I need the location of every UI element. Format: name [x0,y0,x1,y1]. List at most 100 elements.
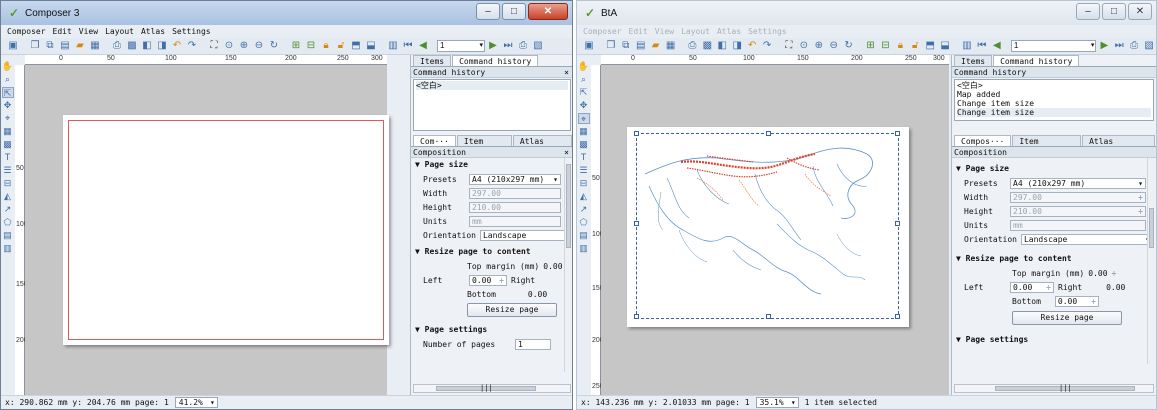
resize-handle[interactable] [634,131,639,136]
menu-layout[interactable]: Layout [681,25,710,38]
properties-scrollbar[interactable] [564,158,572,372]
zoom-100-icon[interactable]: ⊙ [222,39,236,53]
new-composer-icon[interactable]: ❐ [604,39,618,53]
menu-atlas[interactable]: Atlas [141,25,165,38]
add-scalebar-icon[interactable]: ⊟ [2,178,14,189]
prev-feature-icon[interactable]: ◀ [416,39,430,53]
template-icon[interactable]: ▤ [634,39,648,53]
edit-nodes-icon[interactable]: ⌖ [577,113,590,124]
bottom-margin-field[interactable]: 0.00 [1054,295,1099,307]
zoom-select[interactable]: 41.2% [174,397,218,408]
ungroup-icon[interactable]: ⊟ [304,39,318,53]
left-margin-field[interactable]: 0.00 [1010,281,1054,293]
tab-items[interactable]: Items [954,55,993,66]
duplicate-icon[interactable]: ⧉ [43,39,57,53]
tab-command-history[interactable]: Command history [993,55,1080,66]
resize-page-button[interactable]: Resize page [1012,311,1122,325]
add-arrow-icon[interactable]: ↗ [2,204,14,215]
horizontal-scrollbar[interactable]: ||| [954,384,1154,393]
left-margin-field[interactable]: 0.00 [469,274,507,286]
raise-icon[interactable]: ⬒ [349,39,363,53]
menu-layout[interactable]: Layout [105,25,134,38]
horizontal-scrollbar[interactable]: ||| [413,384,571,393]
page-size-section[interactable]: ▼ Page size [952,162,1156,176]
resize-page-button[interactable]: Resize page [467,303,557,317]
add-map-icon[interactable]: ▦ [2,126,14,137]
tab-atlas-generation[interactable]: Atlas ge··· [512,135,572,157]
list-item[interactable]: <空白> [957,81,1151,90]
resize-handle[interactable] [766,131,771,136]
menu-composer[interactable]: Composer [7,25,46,38]
resize-handle[interactable] [895,131,900,136]
edit-nodes-icon[interactable]: ⌖ [2,113,14,124]
zoom-full-icon[interactable]: ⛶ [782,39,796,53]
export-svg-icon[interactable]: ◧ [140,39,154,53]
save-icon[interactable]: ▣ [6,39,20,53]
atlas-export-icon[interactable]: ▧ [1142,39,1156,53]
next-feature-icon[interactable]: ▶ [1097,39,1111,53]
refresh-icon[interactable]: ↻ [842,39,856,53]
export-pdf-icon[interactable]: ◨ [155,39,169,53]
close-button[interactable]: ✕ [1128,3,1152,20]
open-folder-icon[interactable]: ▰ [649,39,663,53]
title-bar[interactable]: ✓ BtA – □ ✕ [577,1,1156,25]
save-icon[interactable]: ▣ [582,39,596,53]
save-template-icon[interactable]: ▦ [88,39,102,53]
align-icon[interactable]: ⬓ [364,39,378,53]
list-item[interactable]: <空白> [416,81,568,90]
atlas-print-icon[interactable]: ⎙ [1127,39,1141,53]
add-table-icon[interactable]: ▤ [2,230,14,241]
zoom-out-icon[interactable]: ⊖ [827,39,841,53]
maximize-button[interactable]: □ [502,3,526,20]
menu-edit[interactable]: Edit [629,25,648,38]
add-image-icon[interactable]: ▩ [2,139,14,150]
open-folder-icon[interactable]: ▰ [73,39,87,53]
tab-items[interactable]: Items [413,55,452,66]
lock-icon[interactable]: 🔒︎ [893,39,907,53]
tab-composition[interactable]: Com··· [413,135,456,146]
save-template-icon[interactable]: ▦ [664,39,678,53]
atlas-export-icon[interactable]: ▧ [531,39,545,53]
export-image-icon[interactable]: ▩ [125,39,139,53]
history-list[interactable]: <空白> [413,79,571,131]
add-label-icon[interactable]: T [2,152,14,163]
move-content-icon[interactable]: ✥ [578,100,590,111]
align-icon[interactable]: ⬓ [938,39,952,53]
add-label-icon[interactable]: T [578,152,590,163]
pan-icon[interactable]: ✋ [2,61,14,72]
add-polygon-icon[interactable]: ⬠ [2,217,14,228]
select-move-icon[interactable]: ⇱ [578,87,590,98]
first-feature-icon[interactable]: ⏮ [401,39,415,53]
menu-edit[interactable]: Edit [53,25,72,38]
height-field[interactable]: 210.00 [1010,205,1146,217]
zoom-in-icon[interactable]: ⊕ [812,39,826,53]
tab-composition[interactable]: Compos··· [954,135,1012,146]
composition-page[interactable] [627,127,909,327]
close-button[interactable]: ✕ [528,3,568,20]
title-bar[interactable]: ✓ Composer 3 – □ ✕ [1,1,572,25]
zoom-select[interactable]: 35.1% [755,397,799,408]
tab-command-history[interactable]: Command history [452,55,539,66]
export-svg-icon[interactable]: ◧ [715,39,729,53]
composer-canvas[interactable] [25,65,389,395]
add-shape-icon[interactable]: ◭ [2,191,14,202]
atlas-preview-icon[interactable]: ▥ [386,39,400,53]
tab-item-properties[interactable]: Item prope··· [1012,135,1082,157]
units-select[interactable]: mm [1010,219,1146,231]
resize-handle[interactable] [766,314,771,319]
menu-settings[interactable]: Settings [748,25,787,38]
history-list[interactable]: <空白> Map added Change item size Change i… [954,79,1154,121]
bottom-margin-field[interactable]: 0.00 [528,290,547,299]
refresh-icon[interactable]: ↻ [267,39,281,53]
top-margin-field[interactable]: 0.00 [1088,269,1107,278]
add-shape-icon[interactable]: ◭ [578,191,590,202]
add-polygon-icon[interactable]: ⬠ [578,217,590,228]
close-icon[interactable]: × [564,147,569,158]
zoom-out-icon[interactable]: ⊖ [252,39,266,53]
page-size-section[interactable]: ▼ Page size [411,158,572,172]
top-margin-field[interactable]: 0.00 [543,262,562,271]
prev-feature-icon[interactable]: ◀ [990,39,1004,53]
print-icon[interactable]: ⎙ [685,39,699,53]
orientation-select[interactable]: Landscape [1020,233,1153,245]
add-legend-icon[interactable]: ☰ [2,165,14,176]
